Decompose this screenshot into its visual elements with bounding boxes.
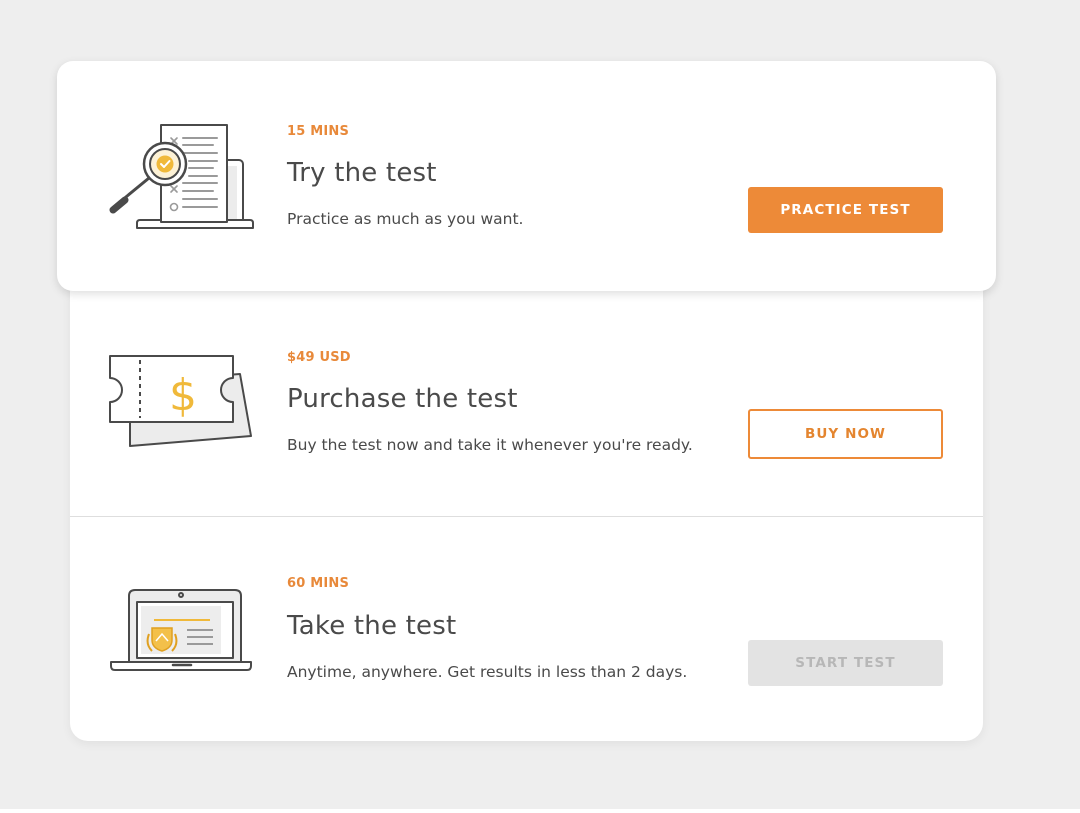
svg-text:$: $ xyxy=(169,370,197,421)
step-description: Anytime, anywhere. Get results in less t… xyxy=(287,663,688,681)
step-title: Purchase the test xyxy=(287,384,518,414)
step-duration: 15 MINS xyxy=(287,124,350,139)
start-test-button[interactable]: START TEST xyxy=(748,640,943,686)
step-description: Buy the test now and take it whenever yo… xyxy=(287,436,693,454)
step-duration: 60 MINS xyxy=(287,576,350,591)
ticket-dollar-icon: $ xyxy=(109,355,252,447)
magnifier-document-icon xyxy=(109,124,254,229)
buy-now-button[interactable]: BUY NOW xyxy=(748,409,943,459)
step-price: $49 USD xyxy=(287,350,351,365)
laptop-certificate-icon xyxy=(110,589,252,671)
practice-test-button[interactable]: PRACTICE TEST xyxy=(748,187,943,233)
step-title: Try the test xyxy=(287,158,437,188)
step-title: Take the test xyxy=(287,611,457,641)
step-description: Practice as much as you want. xyxy=(287,210,524,228)
step-divider xyxy=(70,516,983,517)
